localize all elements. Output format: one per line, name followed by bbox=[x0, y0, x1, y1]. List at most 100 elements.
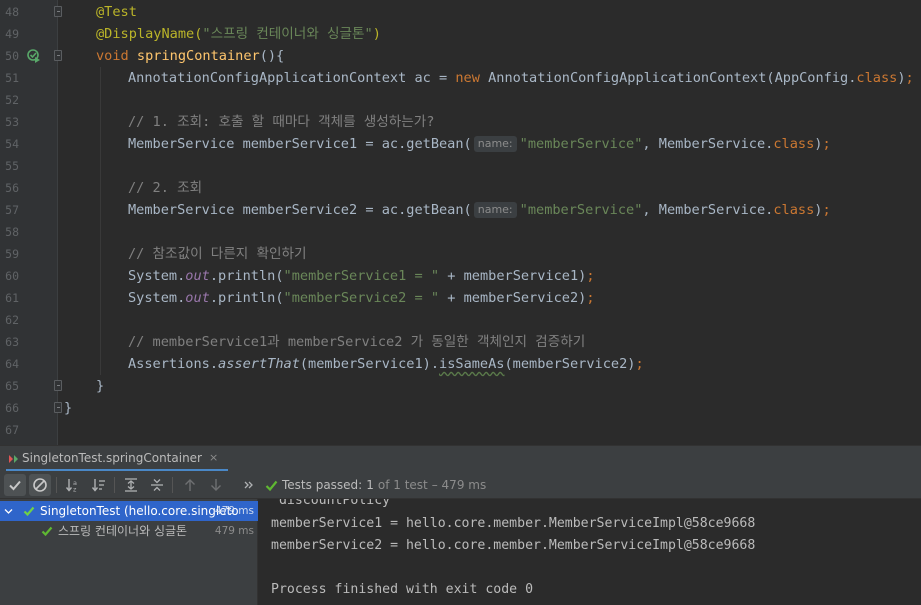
code-token: // 2. 조회 bbox=[128, 180, 203, 196]
console-line: memberService1 = hello.core.member.Membe… bbox=[271, 516, 756, 531]
code-token: out bbox=[185, 290, 210, 306]
code-token: ) bbox=[897, 70, 906, 86]
console-output[interactable]: 'discountPolicy' memberService1 = hello.… bbox=[259, 499, 921, 605]
tree-item-test[interactable]: 스프링 컨테이너와 싱글톤 479 ms bbox=[0, 521, 258, 541]
sort-duration-icon bbox=[91, 479, 105, 492]
code-token: (){ bbox=[259, 48, 285, 64]
code-line[interactable]: 67 bbox=[0, 419, 921, 441]
more-actions-button[interactable] bbox=[238, 474, 260, 496]
code-text: } bbox=[96, 375, 104, 397]
code-line[interactable]: 59 // 참조값이 다른지 확인하기 bbox=[0, 243, 921, 265]
code-editor[interactable]: 48 @Test 49 @DisplayName("스프링 컨테이너와 싱글톤") 50… bbox=[0, 0, 921, 445]
code-token: @Test bbox=[96, 4, 137, 20]
code-line[interactable]: 56 // 2. 조회 bbox=[0, 177, 921, 199]
code-token: .println( bbox=[209, 290, 284, 306]
code-token: + memberService2) bbox=[439, 290, 587, 306]
code-line[interactable]: 63 // memberService1과 memberService2 가 동일… bbox=[0, 331, 921, 353]
code-line[interactable]: 49 @DisplayName("스프링 컨테이너와 싱글톤") bbox=[0, 23, 921, 45]
show-ignored-button[interactable] bbox=[29, 474, 51, 496]
previous-failed-test-button[interactable] bbox=[179, 474, 201, 496]
code-text: Assertions.assertThat(memberService1).is… bbox=[128, 353, 644, 375]
tree-item-duration: 479 ms bbox=[214, 525, 254, 537]
line-number: 52 bbox=[5, 93, 19, 107]
code-text: @DisplayName("스프링 컨테이너와 싱글톤") bbox=[96, 23, 381, 45]
code-token: ; bbox=[586, 268, 595, 284]
line-number: 67 bbox=[5, 423, 19, 437]
code-line[interactable]: 53 // 1. 조회: 호출 할 때마다 객체를 생성하는가? bbox=[0, 111, 921, 133]
code-text: // 1. 조회: 호출 할 때마다 객체를 생성하는가? bbox=[128, 111, 435, 133]
code-token: System. bbox=[128, 268, 186, 284]
code-line[interactable]: 61 System.out.println("memberService2 = "… bbox=[0, 287, 921, 309]
line-number: 58 bbox=[5, 225, 19, 239]
line-number: 64 bbox=[5, 357, 19, 371]
close-tab-icon[interactable]: × bbox=[209, 451, 218, 464]
code-token: "스프링 컨테이너와 싱글톤" bbox=[202, 26, 373, 42]
code-line[interactable]: 65} bbox=[0, 375, 921, 397]
sort-by-duration-button[interactable] bbox=[88, 474, 110, 496]
code-line[interactable]: 57 MemberService memberService2 = ac.getB… bbox=[0, 199, 921, 221]
test-results-tree[interactable]: SingletonTest (hello.core.singleto 479 m… bbox=[0, 499, 258, 605]
svg-text:z: z bbox=[73, 486, 77, 494]
toolbar-separator bbox=[172, 477, 173, 493]
code-line[interactable]: 51 AnnotationConfigApplicationContext ac … bbox=[0, 67, 921, 89]
total-tests: of 1 test bbox=[377, 478, 428, 492]
code-line[interactable]: 66} bbox=[0, 397, 921, 419]
run-config-icon bbox=[9, 455, 18, 463]
collapse-all-button[interactable] bbox=[146, 474, 168, 496]
code-token: ; bbox=[586, 290, 595, 306]
line-number: 66 bbox=[5, 401, 19, 415]
sort-alphabetically-button[interactable]: az bbox=[62, 474, 84, 496]
code-token: AnnotationConfigApplicationContext(AppCo… bbox=[488, 70, 857, 86]
code-token: (memberService1). bbox=[299, 356, 440, 372]
parameter-hint: name: bbox=[473, 136, 517, 152]
fold-marker-icon[interactable] bbox=[54, 402, 62, 413]
code-text: // 2. 조회 bbox=[128, 177, 202, 199]
code-text: MemberService memberService2 = ac.getBea… bbox=[128, 199, 831, 221]
code-token: out bbox=[185, 268, 210, 284]
line-number: 48 bbox=[5, 5, 19, 19]
code-text: } bbox=[64, 397, 72, 419]
run-test-gutter-icon[interactable] bbox=[27, 49, 41, 63]
code-line[interactable]: 64 Assertions.assertThat(memberService1).… bbox=[0, 353, 921, 375]
code-text: void springContainer(){ bbox=[96, 45, 284, 67]
checkmark-icon bbox=[9, 480, 21, 491]
code-line[interactable]: 55 bbox=[0, 155, 921, 177]
line-number: 61 bbox=[5, 291, 19, 305]
tab-run-configuration[interactable]: SingletonTest.springContainer × bbox=[6, 446, 229, 472]
code-line[interactable]: 62 bbox=[0, 309, 921, 331]
arrow-down-icon bbox=[211, 479, 221, 491]
expand-all-icon bbox=[125, 478, 137, 492]
tree-item-duration: 479 ms bbox=[214, 505, 254, 517]
chevron-down-icon[interactable] bbox=[4, 507, 13, 516]
line-number: 54 bbox=[5, 137, 19, 151]
code-line[interactable]: 50 void springContainer(){ bbox=[0, 45, 921, 67]
code-token: springContainer bbox=[136, 48, 260, 64]
code-token: class bbox=[773, 136, 815, 152]
line-number: 56 bbox=[5, 181, 19, 195]
line-number: 59 bbox=[5, 247, 19, 261]
fold-marker-icon[interactable] bbox=[54, 50, 62, 61]
code-line[interactable]: 60 System.out.println("memberService1 = "… bbox=[0, 265, 921, 287]
code-token: class bbox=[856, 70, 898, 86]
code-token: + memberService1) bbox=[439, 268, 587, 284]
show-passed-button[interactable] bbox=[4, 474, 26, 496]
expand-all-button[interactable] bbox=[120, 474, 142, 496]
code-token: } bbox=[96, 378, 105, 394]
code-line[interactable]: 52 bbox=[0, 89, 921, 111]
tree-item-root[interactable]: SingletonTest (hello.core.singleto 479 m… bbox=[0, 501, 258, 521]
code-token: ; bbox=[635, 356, 644, 372]
arrow-up-icon bbox=[185, 479, 195, 491]
fold-marker-icon[interactable] bbox=[54, 6, 62, 17]
code-line[interactable]: 48 @Test bbox=[0, 1, 921, 23]
code-line[interactable]: 54 MemberService memberService1 = ac.getB… bbox=[0, 133, 921, 155]
tab-label: SingletonTest.springContainer bbox=[22, 450, 202, 465]
passed-count: 1 bbox=[366, 478, 374, 492]
line-number: 50 bbox=[5, 49, 19, 63]
run-toolbar: az Tests passed: 1 of 1 test – 479 ms bbox=[0, 471, 921, 499]
code-token: new bbox=[455, 70, 489, 86]
code-line[interactable]: 58 bbox=[0, 221, 921, 243]
code-text: MemberService memberService1 = ac.getBea… bbox=[128, 133, 831, 155]
fold-marker-icon[interactable] bbox=[54, 380, 62, 391]
line-number: 65 bbox=[5, 379, 19, 393]
next-failed-test-button[interactable] bbox=[205, 474, 227, 496]
